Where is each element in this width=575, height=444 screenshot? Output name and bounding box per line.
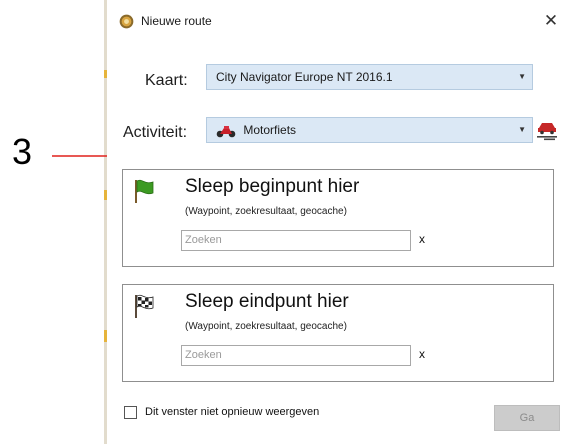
- end-clear-button[interactable]: x: [419, 347, 425, 361]
- go-button[interactable]: Ga: [494, 405, 560, 431]
- activity-select[interactable]: Motorfiets ▼: [206, 117, 533, 143]
- new-route-dialog: Nieuwe route ✕ Kaart: City Navigator Eur…: [107, 0, 575, 444]
- motorcycle-icon: [216, 125, 236, 138]
- callout-number: 3: [12, 131, 33, 172]
- app-logo-icon: [119, 14, 134, 29]
- chevron-down-icon: ▼: [518, 72, 526, 81]
- end-panel-title: Sleep eindpunt hier: [185, 291, 349, 312]
- start-search-input[interactable]: Zoeken: [181, 230, 411, 251]
- checkered-flag-icon: [135, 294, 154, 318]
- activity-label: Activiteit:: [123, 124, 188, 141]
- chevron-down-icon: ▼: [518, 125, 526, 134]
- end-point-panel[interactable]: Sleep eindpunt hier (Waypoint, zoekresul…: [122, 284, 554, 382]
- dialog-title: Nieuwe route: [141, 14, 212, 28]
- close-button[interactable]: ✕: [535, 8, 567, 34]
- start-clear-button[interactable]: x: [419, 232, 425, 246]
- green-flag-icon: [135, 179, 154, 203]
- vehicle-settings-icon[interactable]: [535, 118, 559, 142]
- start-panel-subtitle: (Waypoint, zoekresultaat, geocache): [185, 206, 347, 217]
- dialog-titlebar: Nieuwe route ✕: [107, 0, 575, 36]
- end-search-input[interactable]: Zoeken: [181, 345, 411, 366]
- start-point-panel[interactable]: Sleep beginpunt hier (Waypoint, zoekresu…: [122, 169, 554, 267]
- activity-select-value: Motorfiets: [243, 123, 297, 137]
- map-label: Kaart:: [145, 72, 188, 89]
- map-select[interactable]: City Navigator Europe NT 2016.1 ▼: [206, 64, 533, 90]
- end-panel-subtitle: (Waypoint, zoekresultaat, geocache): [185, 321, 347, 332]
- map-select-value: City Navigator Europe NT 2016.1: [216, 70, 393, 84]
- dont-show-again-label: Dit venster niet opnieuw weergeven: [145, 406, 320, 418]
- dont-show-again-checkbox[interactable]: [124, 406, 137, 419]
- start-panel-title: Sleep beginpunt hier: [185, 176, 360, 197]
